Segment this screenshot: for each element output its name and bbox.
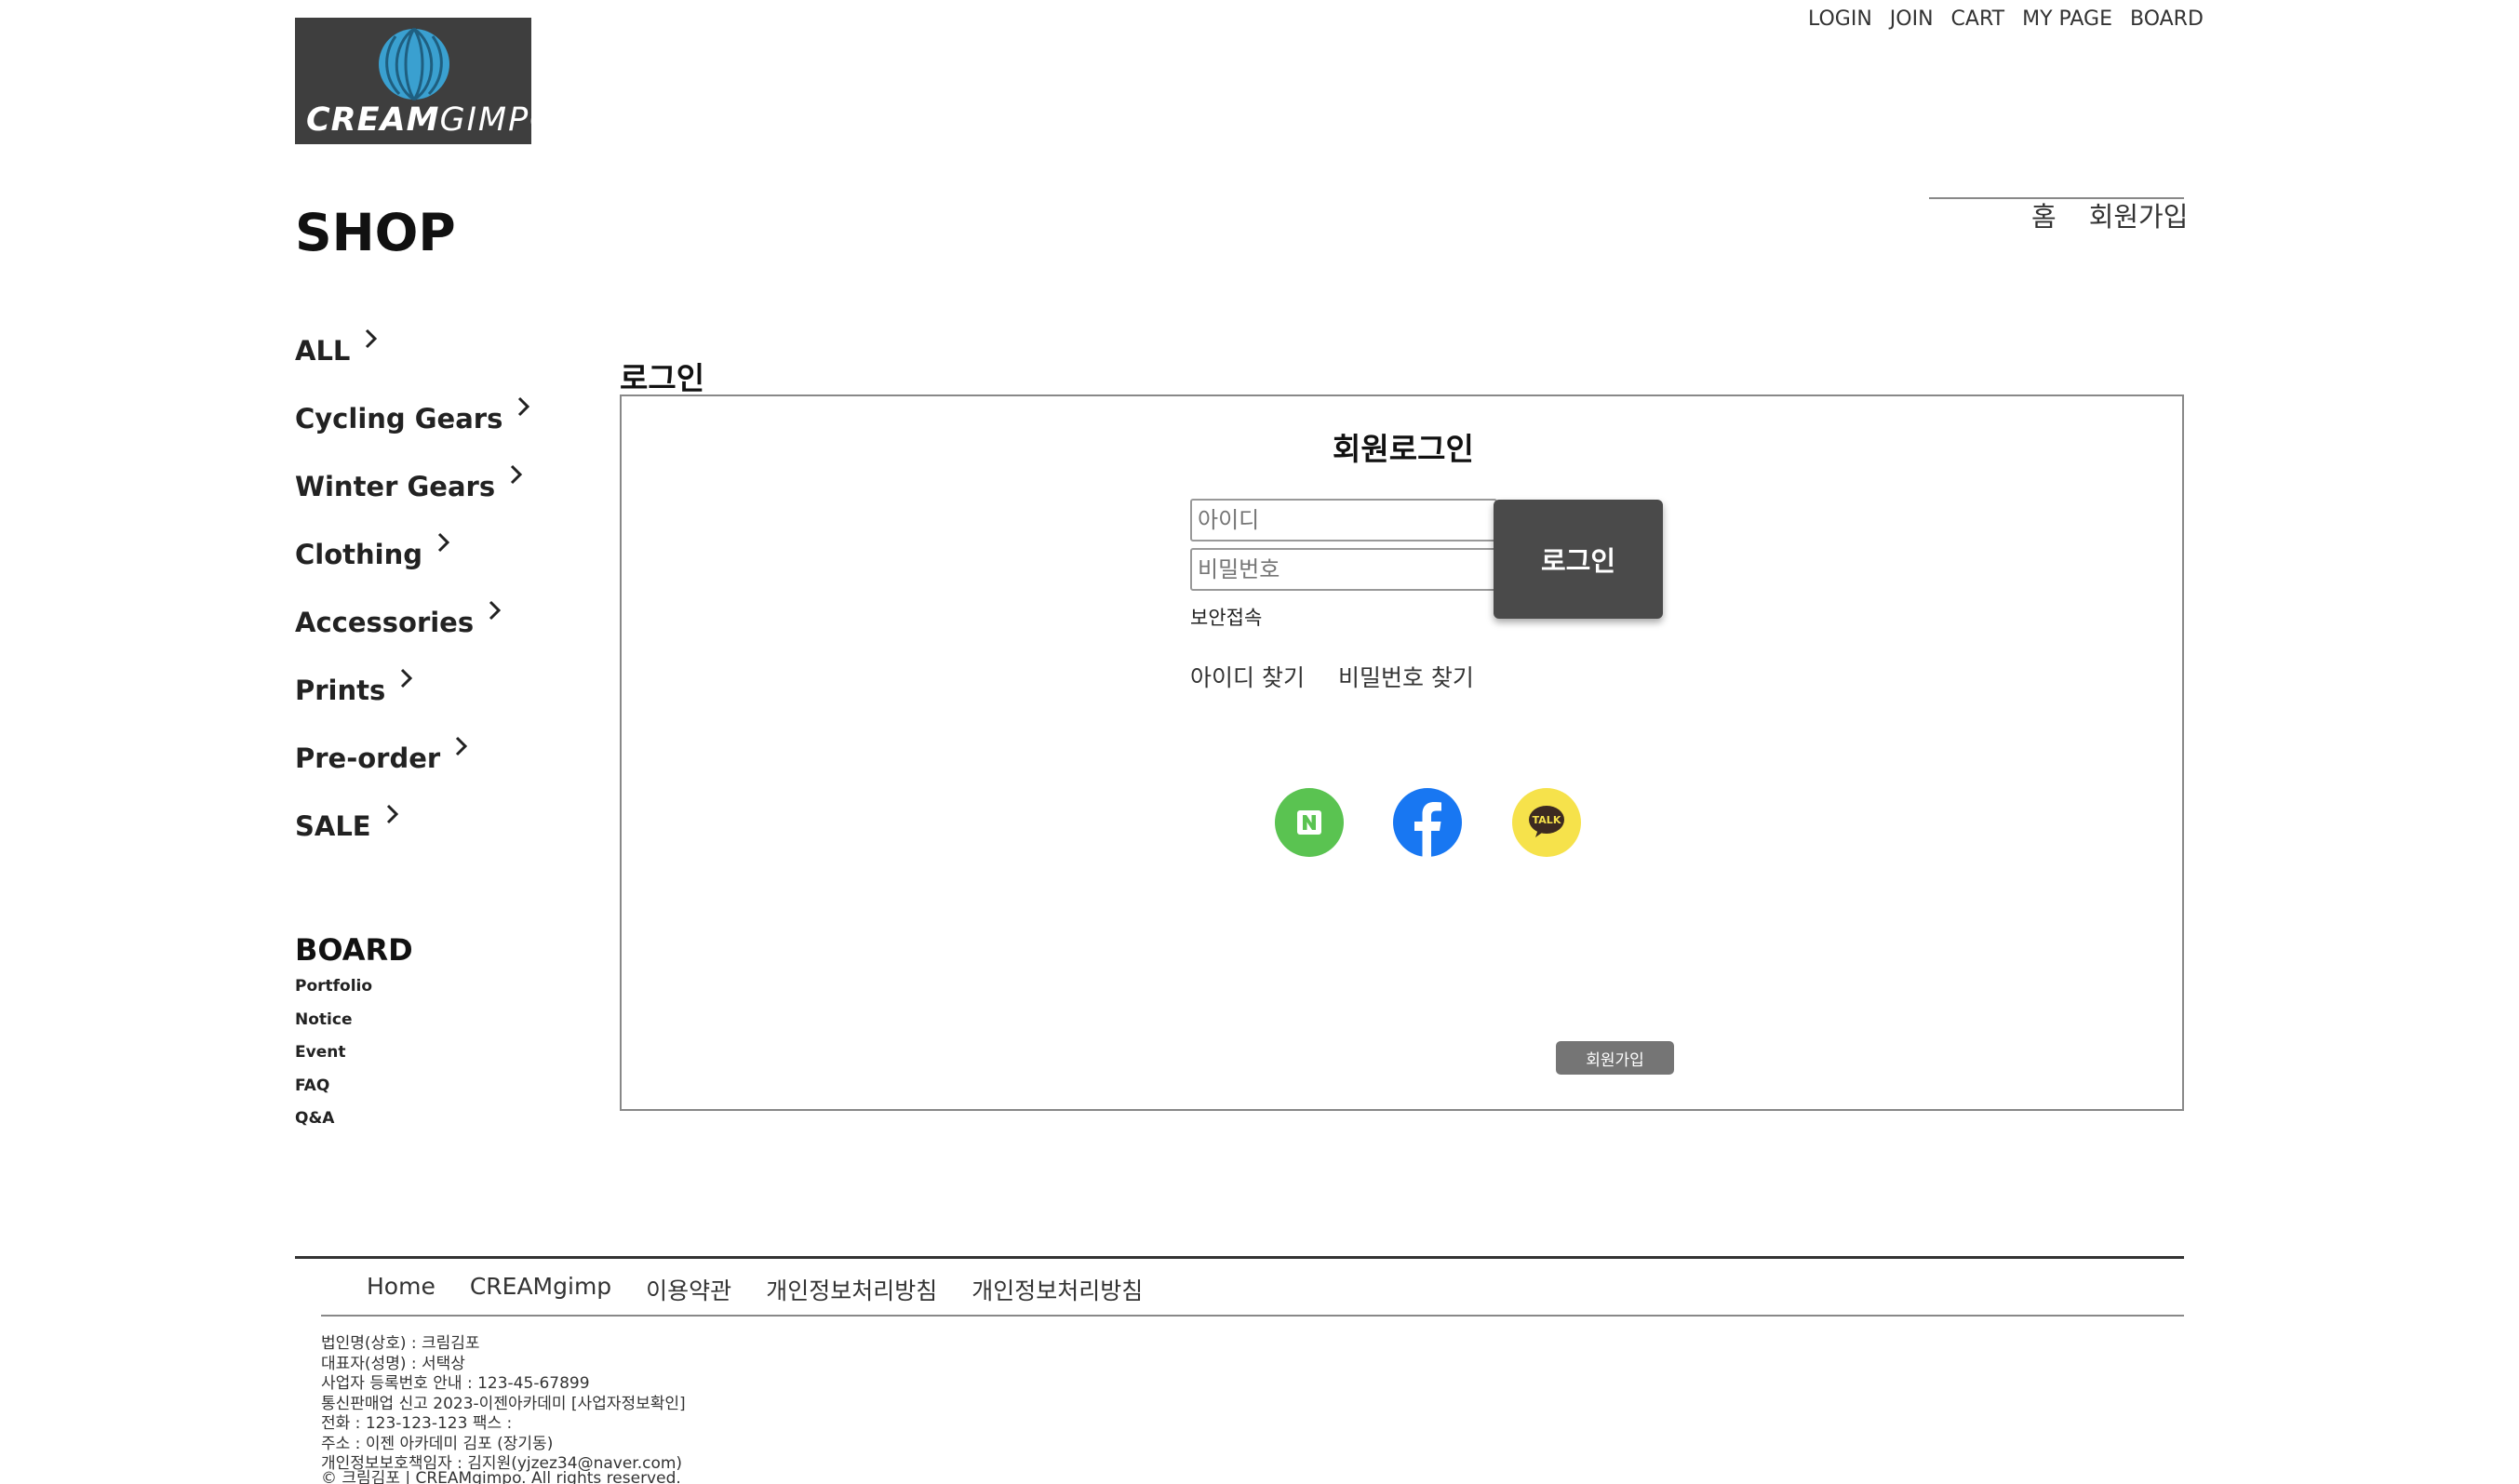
page-title: 로그인: [620, 360, 705, 396]
secure-connection-label[interactable]: 보안접속: [1190, 603, 1262, 631]
footer-link-privacy-2[interactable]: 개인정보처리방침: [971, 1273, 1143, 1306]
footer-divider-2: [321, 1315, 2184, 1317]
join-button[interactable]: 회원가입: [1556, 1041, 1674, 1075]
board-link-portfolio[interactable]: Portfolio: [295, 977, 372, 1010]
category-pre-order[interactable]: Pre-order: [295, 724, 538, 792]
board-link-faq[interactable]: FAQ: [295, 1076, 372, 1110]
password-input[interactable]: [1190, 548, 1497, 591]
nav-login[interactable]: LOGIN: [1808, 7, 1872, 31]
footer-info-line: 주소 : 이젠 아카데미 김포 (장기동): [321, 1434, 554, 1453]
logo[interactable]: CREAMGIMPO: [295, 18, 556, 144]
category-cycling-gears[interactable]: Cycling Gears: [295, 384, 538, 452]
nav-my-page[interactable]: MY PAGE: [2022, 7, 2112, 31]
kakao-talk-icon: TALK: [1529, 806, 1564, 837]
footer-link-terms[interactable]: 이용약관: [646, 1273, 731, 1306]
footer-links: Home CREAMgimp 이용약관 개인정보처리방침 개인정보처리방침: [367, 1273, 1143, 1306]
naver-login-button[interactable]: [1275, 788, 1344, 857]
copyright: © 크림김포 | CREAMgimpo. All rights reserved…: [321, 1469, 681, 1484]
footer-info-line: 대표자(성명) : 서택상: [321, 1354, 465, 1373]
naver-icon: [1297, 810, 1321, 835]
footer-link-home[interactable]: Home: [367, 1273, 435, 1306]
category-winter-gears[interactable]: Winter Gears: [295, 452, 538, 520]
nav-board[interactable]: BOARD: [2130, 7, 2204, 31]
breadcrumb-home[interactable]: 홈: [2031, 195, 2057, 234]
chevron-right-icon: [437, 532, 450, 552]
board-link-notice[interactable]: Notice: [295, 1010, 372, 1044]
breadcrumb: 홈 회원가입: [2031, 195, 2188, 234]
board-link-qna[interactable]: Q&A: [295, 1109, 372, 1143]
shop-title: SHOP: [295, 203, 456, 262]
chevron-right-icon: [518, 396, 530, 416]
nav-join[interactable]: JOIN: [1890, 7, 1934, 31]
chevron-right-icon: [511, 464, 523, 484]
category-accessories[interactable]: Accessories: [295, 588, 538, 656]
footer-link-creamgimp[interactable]: CREAMgimp: [470, 1273, 611, 1306]
find-password-link[interactable]: 비밀번호 찾기: [1338, 660, 1474, 693]
board-title: BOARD: [295, 932, 413, 968]
logo-text: CREAMGIMPO: [306, 101, 557, 139]
chevron-right-icon: [489, 600, 502, 620]
category-list: ALL Cycling Gears Winter Gears Clothing …: [295, 316, 538, 860]
member-login-title: 회원로그인: [1333, 431, 1474, 467]
login-button[interactable]: 로그인: [1494, 500, 1663, 619]
footer-info-line: 사업자 등록번호 안내 : 123-45-67899: [321, 1374, 590, 1393]
watermelon-logo-icon: [379, 27, 449, 101]
board-link-event[interactable]: Event: [295, 1043, 372, 1076]
footer-info-line: 법인명(상호) : 크림김포: [321, 1334, 480, 1353]
category-all[interactable]: ALL: [295, 316, 538, 384]
footer-company-info: 법인명(상호) : 크림김포 대표자(성명) : 서택상 사업자 등록번호 안내…: [321, 1330, 686, 1473]
chevron-right-icon: [386, 804, 398, 823]
find-account-links: 아이디 찾기 비밀번호 찾기: [1190, 660, 1474, 693]
id-input[interactable]: [1190, 499, 1497, 541]
facebook-icon: [1393, 788, 1462, 857]
kakao-login-button[interactable]: TALK: [1512, 788, 1581, 857]
category-sale[interactable]: SALE: [295, 792, 538, 860]
facebook-login-button[interactable]: [1393, 788, 1462, 857]
find-id-link[interactable]: 아이디 찾기: [1190, 660, 1305, 693]
board-links: Portfolio Notice Event FAQ Q&A: [295, 977, 372, 1143]
chevron-right-icon: [456, 736, 468, 755]
top-nav: LOGIN JOIN CART MY PAGE BOARD: [1808, 7, 2204, 31]
chevron-right-icon: [401, 668, 413, 688]
category-prints[interactable]: Prints: [295, 656, 538, 724]
nav-cart[interactable]: CART: [1951, 7, 2005, 31]
category-clothing[interactable]: Clothing: [295, 520, 538, 588]
footer-divider: [295, 1256, 2184, 1259]
chevron-right-icon: [366, 328, 378, 348]
footer-info-line: 통신판매업 신고 2023-이젠아카데미 [사업자정보확인]: [321, 1394, 686, 1413]
kakao-talk-label: TALK: [1533, 814, 1561, 826]
breadcrumb-current: 회원가입: [2088, 201, 2189, 233]
footer-link-privacy[interactable]: 개인정보처리방침: [766, 1273, 937, 1306]
